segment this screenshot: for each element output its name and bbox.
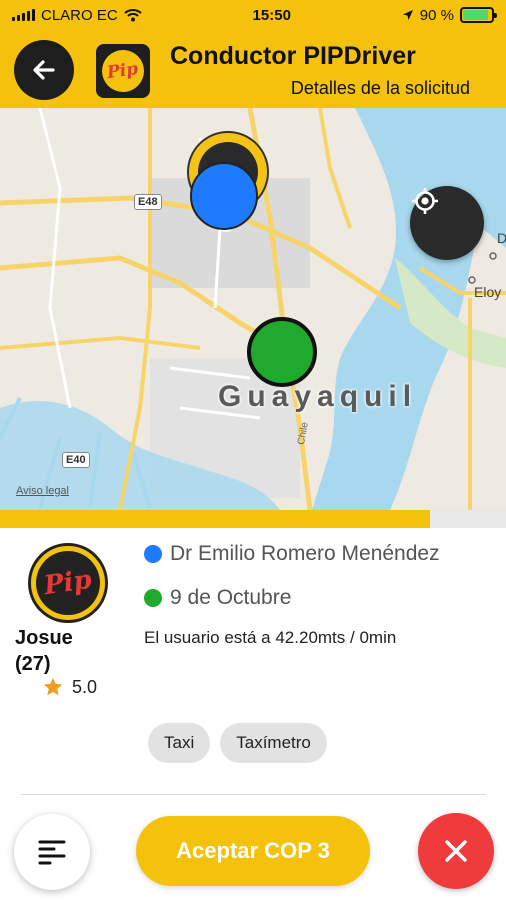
carrier-label: CLARO EC: [41, 6, 118, 24]
avatar-logo-text: Pip: [42, 564, 94, 602]
app-header: Pip Conductor PIPDriver Detalles de la s…: [0, 30, 506, 108]
wifi-icon: [124, 9, 142, 22]
tag-list: Taxi Taxímetro: [148, 723, 327, 763]
map-legal-link[interactable]: Aviso legal: [16, 485, 69, 497]
map-road: [0, 335, 201, 350]
back-arrow-icon: [33, 60, 55, 80]
reject-button[interactable]: [418, 813, 494, 889]
logo-circle: Pip: [102, 50, 144, 92]
status-left: CLARO EC: [12, 7, 142, 24]
map-place-label: Eloy: [474, 284, 502, 300]
origin-dot-icon: [144, 545, 162, 563]
back-button[interactable]: [14, 40, 74, 100]
tag-chip: Taxi: [148, 723, 211, 763]
destination-marker[interactable]: [247, 317, 317, 387]
user-name: Josue: [15, 627, 73, 649]
tag-chip: Taxímetro: [220, 723, 327, 763]
map-view[interactable]: E48 E40 D Eloy Chile Guayaquil Aviso leg…: [0, 108, 506, 510]
divider: [20, 794, 486, 795]
user-trip-count: (27): [15, 653, 51, 675]
battery-icon: [459, 7, 497, 23]
app-logo: Pip: [96, 44, 150, 98]
status-time: 15:50: [252, 6, 291, 24]
battery-percent: 90 %: [419, 6, 454, 24]
request-timer-bar: [0, 510, 506, 528]
road-shield: E48: [134, 194, 162, 210]
destination-address: 9 de Octubre: [170, 586, 292, 609]
map-canvas: [0, 108, 506, 510]
map-place-label: D: [497, 230, 506, 246]
crosshair-icon: [412, 188, 438, 214]
star-icon: [43, 677, 63, 696]
road-shield: E40: [62, 452, 90, 468]
page-subtitle: Detalles de la solicitud: [290, 78, 470, 98]
accept-button[interactable]: Aceptar COP 3: [136, 816, 370, 886]
page-title: Conductor PIPDriver: [170, 42, 416, 70]
map-poi-marker: [489, 252, 497, 260]
map-street: [38, 108, 72, 409]
menu-lines-icon: [38, 840, 66, 865]
origin-marker[interactable]: [190, 162, 258, 230]
map-poi-marker: [468, 276, 476, 284]
avatar-inner: Pip: [36, 551, 100, 615]
locate-button[interactable]: [410, 186, 484, 260]
location-arrow-icon: [402, 10, 413, 20]
distance-text: El usuario está a 42.20mts / 0min: [144, 628, 397, 647]
user-name-block: Josue (27): [15, 625, 73, 677]
destination-dot-icon: [144, 589, 162, 607]
request-details: Pip Josue (27) 5.0 Dr Emilio Romero Mené…: [0, 528, 506, 900]
map-road: [318, 108, 352, 229]
rating-value: 5.0: [72, 676, 98, 697]
city-label: Guayaquil: [218, 380, 418, 413]
status-bar: CLARO EC 15:50 90 %: [0, 0, 506, 30]
signal-icon: [12, 9, 35, 21]
menu-button[interactable]: [14, 814, 90, 890]
origin-address: Dr Emilio Romero Menéndez: [170, 542, 440, 565]
user-rating: 5.0: [42, 676, 97, 698]
status-right: 90 %: [402, 6, 497, 24]
destination-row: 9 de Octubre: [144, 586, 291, 610]
battery-fill: [462, 10, 489, 20]
close-icon: [445, 840, 467, 862]
request-timer-fill: [0, 510, 431, 528]
avatar: Pip: [28, 543, 108, 623]
logo-text: Pip: [106, 58, 140, 84]
origin-row: Dr Emilio Romero Menéndez: [144, 542, 440, 566]
